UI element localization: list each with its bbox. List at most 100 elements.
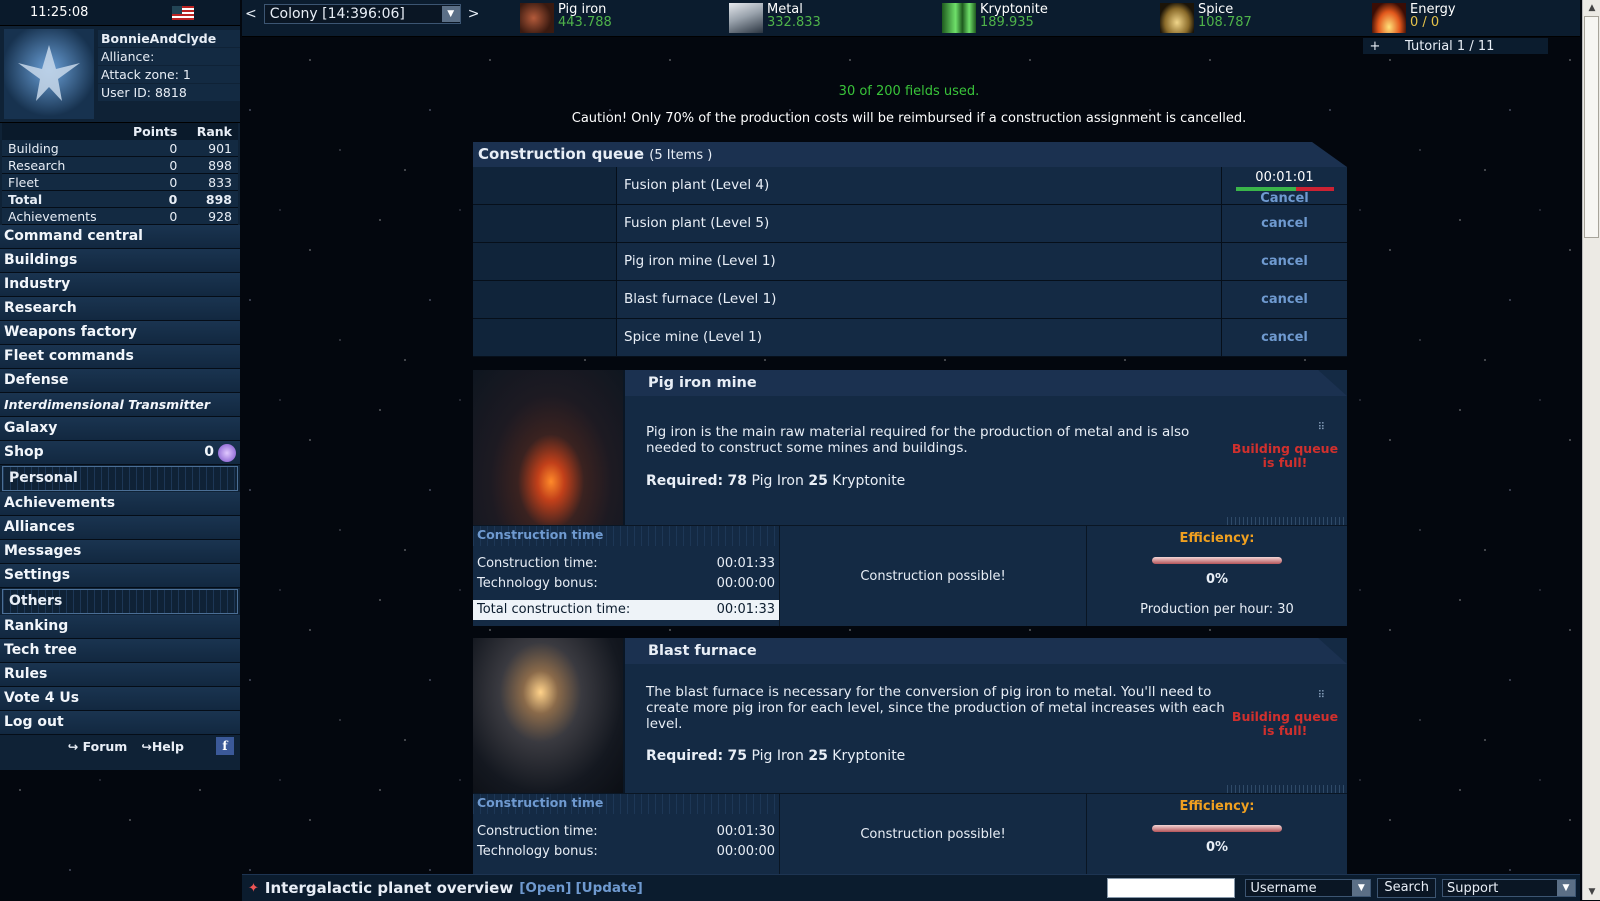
nav-label: Research bbox=[4, 300, 77, 316]
stats-label: Research bbox=[2, 156, 119, 174]
player-alliance: Alliance: bbox=[98, 48, 240, 65]
req-kryptonite-unit: Kryptonite bbox=[832, 748, 906, 764]
queue-cancel-button[interactable]: cancel bbox=[1222, 319, 1347, 356]
search-type-select[interactable]: Username ▼ bbox=[1245, 879, 1372, 897]
stats-rank: 928 bbox=[183, 207, 238, 225]
chevron-down-icon[interactable]: ▼ bbox=[1352, 880, 1371, 896]
building-requirements: Required: 75 Pig Iron 25 Kryptonite bbox=[646, 748, 905, 764]
colony-select[interactable]: Colony [14:396:06] ▼ bbox=[263, 4, 461, 24]
req-label: Required: bbox=[646, 748, 724, 764]
chevron-down-icon[interactable]: ▼ bbox=[441, 6, 460, 22]
nav-achievements[interactable]: Achievements bbox=[0, 492, 240, 516]
req-pig-iron-amount: 75 bbox=[727, 748, 748, 764]
pig-iron-mine-image[interactable] bbox=[473, 370, 625, 525]
chevron-down-icon[interactable]: ▼ bbox=[1557, 880, 1575, 896]
construction-time-panel: Construction time Construction time: 00:0… bbox=[473, 794, 780, 875]
page-scrollbar[interactable]: ▲ ▼ bbox=[1582, 0, 1600, 900]
nav-defense[interactable]: Defense bbox=[0, 369, 240, 393]
nav-weapons-factory[interactable]: Weapons factory bbox=[0, 321, 240, 345]
fields-used: 30 of 200 fields used. bbox=[838, 84, 980, 99]
scroll-up-icon[interactable]: ▲ bbox=[1583, 0, 1600, 16]
update-link-wrap: [Update] bbox=[575, 880, 643, 896]
clock-bar: 11:25:08 bbox=[0, 0, 240, 26]
player-attack-zone: Attack zone: 1 bbox=[98, 66, 240, 83]
construction-time-value: 00:01:33 bbox=[716, 556, 775, 571]
queue-item-name: Pig iron mine (Level 1) bbox=[617, 243, 1222, 280]
stats-label: Fleet bbox=[2, 173, 119, 191]
stats-points: 0 bbox=[118, 156, 184, 174]
star-icon: ✦ bbox=[248, 880, 259, 896]
search-button[interactable]: Search bbox=[1377, 878, 1436, 898]
nav-fleet-commands[interactable]: Fleet commands bbox=[0, 345, 240, 369]
nav-interdimensional-transmitter[interactable]: Interdimensional Transmitter bbox=[0, 393, 240, 417]
grid-icon: ⠿ bbox=[1317, 422, 1325, 433]
nav-label: Interdimensional Transmitter bbox=[4, 397, 211, 412]
avatar[interactable] bbox=[4, 29, 94, 119]
update-link[interactable]: Update bbox=[582, 880, 637, 896]
us-flag-icon[interactable] bbox=[172, 5, 194, 20]
construction-time-header: Construction time bbox=[473, 794, 779, 814]
metal-icon bbox=[729, 3, 763, 33]
nav-label: Rules bbox=[4, 666, 48, 682]
queue-item-name: Fusion plant (Level 5) bbox=[617, 205, 1222, 242]
building-title[interactable]: Blast furnace bbox=[625, 638, 1347, 664]
tutorial-progress[interactable]: Tutorial 1 / 11 bbox=[1405, 39, 1494, 54]
forum-link[interactable]: ↪ Forum bbox=[68, 739, 128, 754]
player-name[interactable]: BonnieAndClyde bbox=[98, 30, 240, 47]
nav-label: Settings bbox=[4, 567, 71, 583]
stats-rank: 898 bbox=[183, 156, 238, 174]
support-select[interactable]: Support ▼ bbox=[1442, 879, 1576, 897]
open-link[interactable]: Open bbox=[525, 880, 565, 896]
resource-kryptonite: Kryptonite 189.935 bbox=[942, 3, 1048, 33]
nav-research[interactable]: Research bbox=[0, 297, 240, 321]
next-colony-button[interactable]: > bbox=[465, 6, 483, 22]
energy-icon bbox=[1372, 3, 1406, 33]
grid-icon: ⠿ bbox=[1317, 690, 1325, 701]
queue-cancel-button[interactable]: cancel bbox=[1222, 281, 1347, 318]
nav-tech-tree[interactable]: Tech tree bbox=[0, 639, 240, 663]
technology-bonus-value: 00:00:00 bbox=[716, 844, 775, 859]
caution-notice: Caution! Only 70% of the production cost… bbox=[571, 111, 1247, 126]
footer-links: ↪ Forum ↪Help f bbox=[0, 735, 240, 757]
building-card-pig-iron-mine: Pig iron mine ⠿ Pig iron is the main raw… bbox=[473, 370, 1347, 626]
nav-label: Buildings bbox=[4, 252, 78, 268]
efficiency-panel: Efficiency: 0% bbox=[1087, 794, 1347, 875]
stats-table: Points Rank Building 0 901 Research 0 898 Fl… bbox=[2, 123, 238, 225]
nav-rules[interactable]: Rules bbox=[0, 663, 240, 687]
player-search-input[interactable] bbox=[1107, 878, 1236, 898]
technology-bonus-label: Technology bonus: bbox=[477, 844, 598, 859]
nav-label: Fleet commands bbox=[4, 348, 134, 364]
building-title[interactable]: Pig iron mine bbox=[625, 370, 1347, 396]
nav-command-central[interactable]: Command central bbox=[0, 225, 240, 249]
construction-time-panel: Construction time Construction time: 00:0… bbox=[473, 526, 780, 626]
queue-timer: 00:01:01 bbox=[1255, 170, 1314, 185]
nav-settings[interactable]: Settings bbox=[0, 564, 240, 588]
building-description: Pig iron is the main raw material requir… bbox=[646, 424, 1190, 456]
nav-industry[interactable]: Industry bbox=[0, 273, 240, 297]
nav-alliances[interactable]: Alliances bbox=[0, 516, 240, 540]
queue-cancel-button[interactable]: Cancel bbox=[1222, 192, 1347, 205]
construction-time-value: 00:01:30 bbox=[716, 824, 775, 839]
help-link[interactable]: ↪Help bbox=[141, 739, 184, 754]
prev-colony-button[interactable]: < bbox=[242, 6, 260, 22]
blast-furnace-image[interactable] bbox=[473, 638, 625, 793]
nav-label: Industry bbox=[4, 276, 71, 292]
queue-cancel-button[interactable]: cancel bbox=[1222, 205, 1347, 242]
total-time-label: Total construction time: bbox=[477, 602, 631, 617]
nav-galaxy[interactable]: Galaxy bbox=[0, 417, 240, 441]
nav-log-out[interactable]: Log out bbox=[0, 711, 240, 735]
nav-messages[interactable]: Messages bbox=[0, 540, 240, 564]
req-pig-iron-amount: 78 bbox=[727, 473, 748, 489]
queue-cancel-button[interactable]: cancel bbox=[1222, 243, 1347, 280]
nav-ranking[interactable]: Ranking bbox=[0, 615, 240, 639]
nav-shop[interactable]: Shop 0 bbox=[0, 441, 240, 465]
nav-label: Shop bbox=[4, 444, 44, 460]
nav-vote[interactable]: Vote 4 Us bbox=[0, 687, 240, 711]
scrollbar-thumb[interactable] bbox=[1584, 16, 1599, 238]
facebook-icon[interactable]: f bbox=[216, 737, 234, 755]
resource-value: 0 / 0 bbox=[1410, 15, 1440, 30]
nav-buildings[interactable]: Buildings bbox=[0, 249, 240, 273]
scroll-down-icon[interactable]: ▼ bbox=[1583, 884, 1600, 900]
tutorial-expand-button[interactable]: + bbox=[1363, 39, 1387, 54]
construction-status: Construction possible! bbox=[780, 794, 1087, 875]
